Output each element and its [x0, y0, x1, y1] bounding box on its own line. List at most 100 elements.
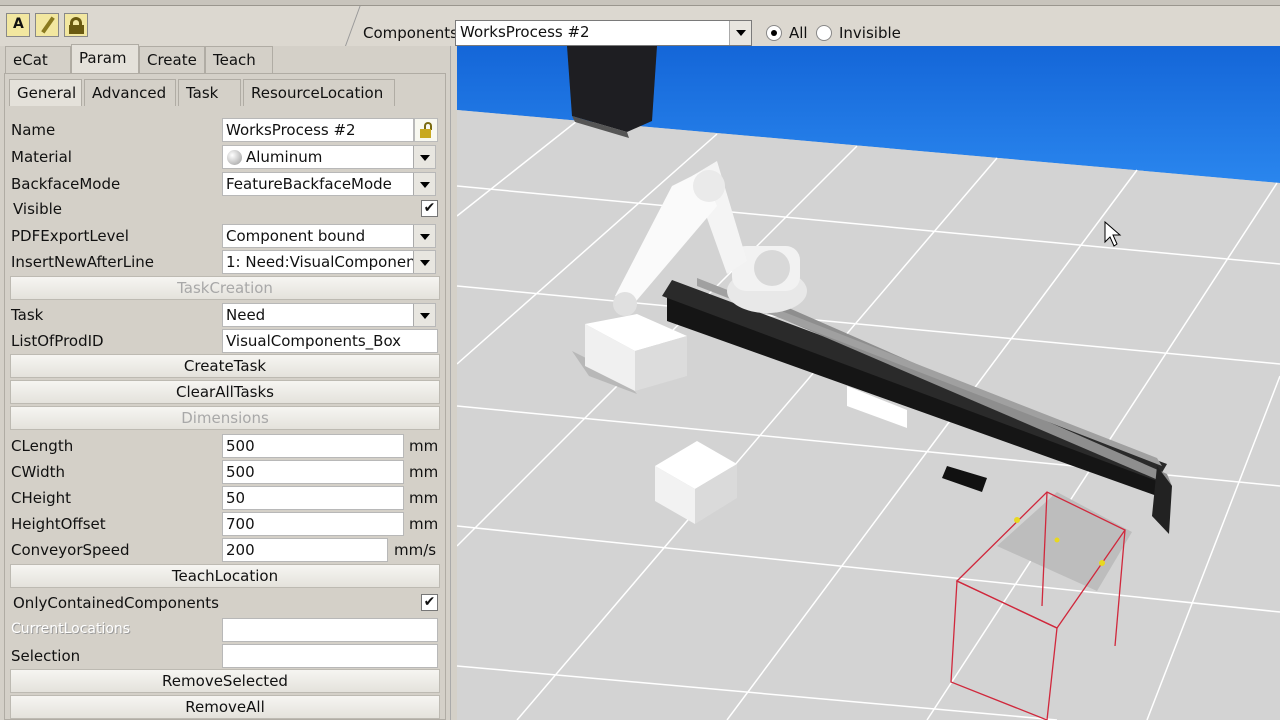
insert-value: 1: Need:VisualComponents_Box: [226, 253, 435, 271]
tab-task[interactable]: Task: [178, 79, 241, 106]
text-tool-icon[interactable]: A: [6, 13, 30, 37]
prop-label: Visible: [13, 200, 62, 218]
tab-label: Create: [147, 51, 197, 69]
components-label: Components: [363, 24, 458, 42]
unit-label: mm: [409, 463, 439, 481]
prop-clength: CLength 500 mm: [0, 433, 448, 459]
heightoffset-input[interactable]: 700: [222, 512, 404, 536]
prop-label: CLength: [11, 437, 74, 455]
unit-label: mm/s: [394, 541, 437, 559]
remove-all-button[interactable]: RemoveAll: [10, 695, 440, 719]
prop-label: PDFExportLevel: [11, 227, 129, 245]
tab-label: ResourceLocation: [251, 84, 384, 102]
prop-visible: Visible ✔: [0, 196, 448, 222]
clear-all-tasks-button[interactable]: ClearAllTasks: [10, 380, 440, 404]
clength-input[interactable]: 500: [222, 434, 404, 458]
prop-material: Material Aluminum: [0, 144, 448, 170]
3d-scene: [457, 46, 1280, 720]
chevron-down-icon[interactable]: [413, 146, 435, 168]
currentlocations-input[interactable]: [222, 618, 438, 642]
tab-general[interactable]: General: [9, 79, 82, 106]
tab-ecat[interactable]: eCat: [5, 46, 71, 73]
task-select[interactable]: Need: [222, 303, 436, 327]
material-select[interactable]: Aluminum: [222, 145, 436, 169]
radio-all[interactable]: [766, 25, 782, 41]
tab-label: Advanced: [92, 84, 167, 102]
prop-onlycontained: OnlyContainedComponents ✔: [0, 590, 448, 616]
only-contained-checkbox[interactable]: ✔: [421, 594, 438, 611]
backface-value: FeatureBackfaceMode: [226, 175, 392, 193]
toolbar: A Components WorksProcess #2 All Invisib…: [0, 6, 1280, 46]
teach-location-button[interactable]: TeachLocation: [10, 564, 440, 588]
radio-invisible-label: Invisible: [839, 24, 901, 42]
tab-advanced[interactable]: Advanced: [84, 79, 176, 106]
prop-label: BackfaceMode: [11, 175, 121, 193]
components-value: WorksProcess #2: [460, 23, 590, 41]
chevron-down-icon[interactable]: [413, 225, 435, 247]
pdf-select[interactable]: Component bound: [222, 224, 436, 248]
prop-pdf: PDFExportLevel Component bound: [0, 223, 448, 249]
prop-label: ListOfProdID: [11, 332, 104, 350]
chevron-down-icon[interactable]: [413, 173, 435, 195]
tab-label: Param: [79, 49, 127, 67]
conveyorspeed-input[interactable]: 200: [222, 538, 388, 562]
prop-prodid: ListOfProdID VisualComponents_Box: [0, 328, 448, 354]
floor-grid-plane: [457, 110, 1280, 720]
prop-backface: BackfaceMode FeatureBackfaceMode: [0, 171, 448, 197]
prop-label: Material: [11, 148, 72, 166]
prop-task: Task Need: [0, 302, 448, 328]
prodid-input[interactable]: VisualComponents_Box: [222, 329, 438, 353]
name-input[interactable]: WorksProcess #2: [222, 118, 414, 142]
material-sphere-icon: [227, 150, 242, 165]
prop-insert: InsertNewAfterLine 1: Need:VisualCompone…: [0, 249, 448, 275]
unlock-icon[interactable]: [414, 118, 438, 142]
panel-splitter[interactable]: [450, 46, 457, 720]
task-value: Need: [226, 306, 266, 324]
chevron-down-icon[interactable]: [729, 21, 751, 45]
prop-currentlocations: CurrentLocations: [0, 617, 448, 643]
property-panel: eCat Param Create Teach General Advanced…: [0, 44, 450, 720]
cheight-input[interactable]: 50: [222, 486, 404, 510]
unit-label: mm: [409, 515, 439, 533]
material-value: Aluminum: [246, 148, 323, 166]
insert-select[interactable]: 1: Need:VisualComponents_Box: [222, 250, 436, 274]
tab-teach[interactable]: Teach: [205, 46, 273, 73]
prop-label: InsertNewAfterLine: [11, 253, 155, 271]
lock-tool-icon[interactable]: [64, 13, 88, 37]
prop-label: ConveyorSpeed: [11, 541, 130, 559]
prop-label: OnlyContainedComponents: [13, 594, 219, 612]
selection-input[interactable]: [222, 644, 438, 668]
3d-viewport[interactable]: [457, 46, 1280, 720]
remove-selected-button[interactable]: RemoveSelected: [10, 669, 440, 693]
prop-cwidth: CWidth 500 mm: [0, 459, 448, 485]
tab-label: General: [17, 84, 77, 102]
chevron-down-icon[interactable]: [413, 251, 435, 273]
prop-label: Selection: [11, 647, 81, 665]
components-select[interactable]: WorksProcess #2: [455, 20, 752, 46]
prop-label: CWidth: [11, 463, 66, 481]
chevron-down-icon[interactable]: [413, 304, 435, 326]
tab-resourcelocation[interactable]: ResourceLocation: [243, 79, 395, 106]
prop-label: CurrentLocations: [11, 621, 131, 637]
prop-label: CHeight: [11, 489, 72, 507]
pencil-tool-icon[interactable]: [35, 13, 59, 37]
unit-label: mm: [409, 489, 439, 507]
prop-cheight: CHeight 50 mm: [0, 485, 448, 511]
tab-param[interactable]: Param: [71, 44, 139, 73]
prop-conveyorspeed: ConveyorSpeed 200 mm/s: [0, 537, 448, 563]
pdf-value: Component bound: [226, 227, 366, 245]
prop-heightoffset: HeightOffset 700 mm: [0, 511, 448, 537]
unit-label: mm: [409, 437, 439, 455]
create-task-button[interactable]: CreateTask: [10, 354, 440, 378]
prop-label: Task: [11, 306, 44, 324]
prop-label: Name: [11, 121, 56, 139]
backface-select[interactable]: FeatureBackfaceMode: [222, 172, 436, 196]
section-taskcreation: TaskCreation: [10, 276, 440, 300]
tab-create[interactable]: Create: [139, 46, 205, 73]
radio-invisible[interactable]: [816, 25, 832, 41]
section-dimensions: Dimensions: [10, 406, 440, 430]
cwidth-input[interactable]: 500: [222, 460, 404, 484]
prop-selection: Selection: [0, 643, 448, 669]
visible-checkbox[interactable]: ✔: [421, 200, 438, 217]
prop-label: HeightOffset: [11, 515, 106, 533]
